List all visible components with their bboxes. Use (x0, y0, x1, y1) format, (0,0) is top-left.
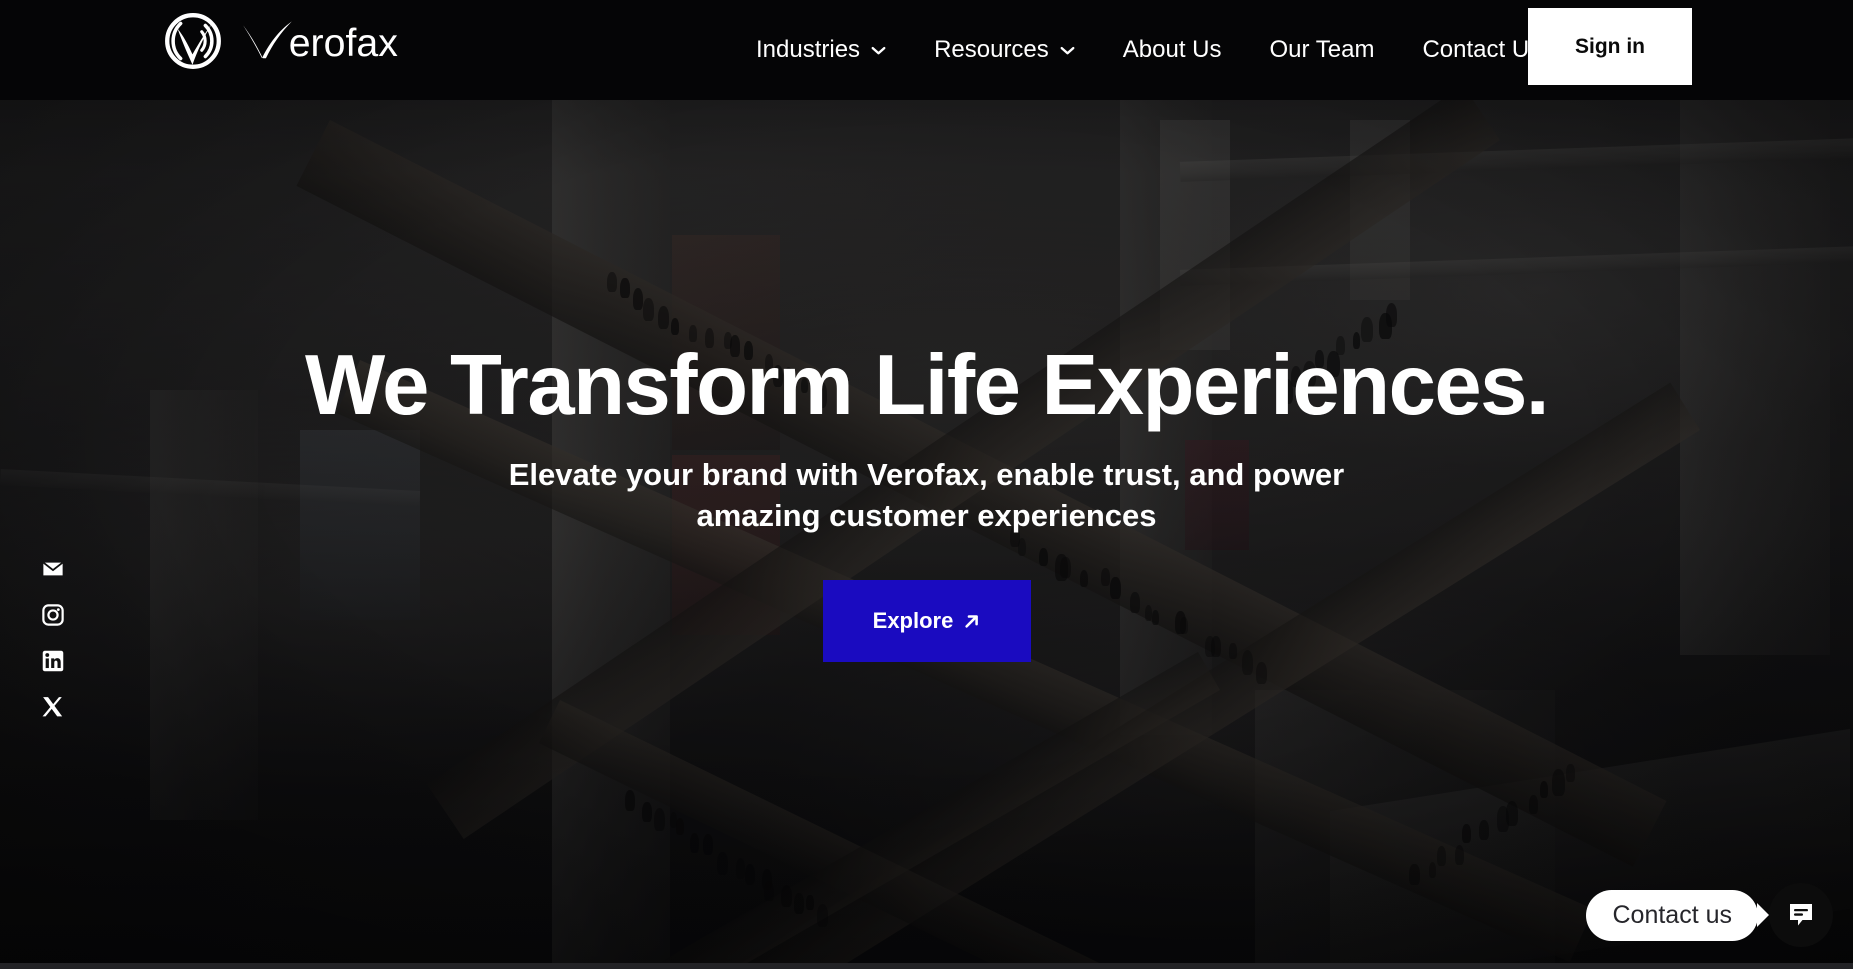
chat-prompt-bubble[interactable]: Contact us (1586, 889, 1758, 941)
social-link-x[interactable] (42, 696, 64, 718)
nav-label-our-team: Our Team (1269, 36, 1375, 63)
nav-label-industries: Industries (756, 36, 861, 63)
instagram-icon (42, 604, 64, 626)
arrow-up-right-icon (965, 615, 979, 628)
social-link-email[interactable] (42, 558, 64, 580)
hero-subheadline: Elevate your brand with Verofax, enable … (509, 455, 1345, 537)
linkedin-icon (42, 650, 64, 672)
nav-item-resources[interactable]: Resources (910, 0, 1099, 100)
chevron-down-icon (871, 46, 886, 54)
nav-item-about-us[interactable]: About Us (1099, 0, 1246, 100)
hero-subheadline-line-1: Elevate your brand with Verofax, enable … (508, 456, 1345, 492)
main-navigation: Industries Resources About Us Our Team C… (732, 0, 1565, 100)
verofax-wordmark: erofax (243, 21, 398, 63)
social-link-linkedin[interactable] (42, 650, 64, 672)
verofax-logomark-icon (165, 13, 221, 69)
social-links-rail (42, 558, 64, 718)
chat-widget: Contact us (1586, 883, 1833, 947)
chat-bubble-icon (1790, 904, 1812, 926)
nav-label-about-us: About Us (1122, 36, 1222, 63)
x-twitter-icon (42, 697, 63, 717)
nav-item-our-team[interactable]: Our Team (1246, 0, 1399, 100)
page-bottom-edge (0, 963, 1853, 969)
nav-item-industries[interactable]: Industries (732, 0, 910, 100)
sign-in-button[interactable]: Sign in (1528, 8, 1692, 85)
hero-headline: We Transform Life Experiences. (304, 337, 1550, 433)
chevron-down-icon (1060, 46, 1075, 54)
chat-open-button[interactable] (1769, 883, 1833, 947)
nav-label-contact-us: Contact Us (1422, 36, 1542, 63)
hero-content: We Transform Life Experiences. Elevate y… (0, 0, 1853, 963)
hero-subheadline-line-2: amazing customer experiences (696, 497, 1157, 533)
envelope-icon (42, 561, 64, 576)
social-link-instagram[interactable] (42, 604, 64, 626)
brand-logo[interactable]: erofax (160, 8, 436, 74)
explore-button[interactable]: Explore (822, 580, 1031, 663)
explore-button-label: Explore (872, 608, 954, 634)
nav-label-resources: Resources (934, 36, 1049, 63)
site-header: erofax Industries Resources About Us Our… (0, 0, 1853, 100)
svg-text:erofax: erofax (289, 21, 398, 63)
